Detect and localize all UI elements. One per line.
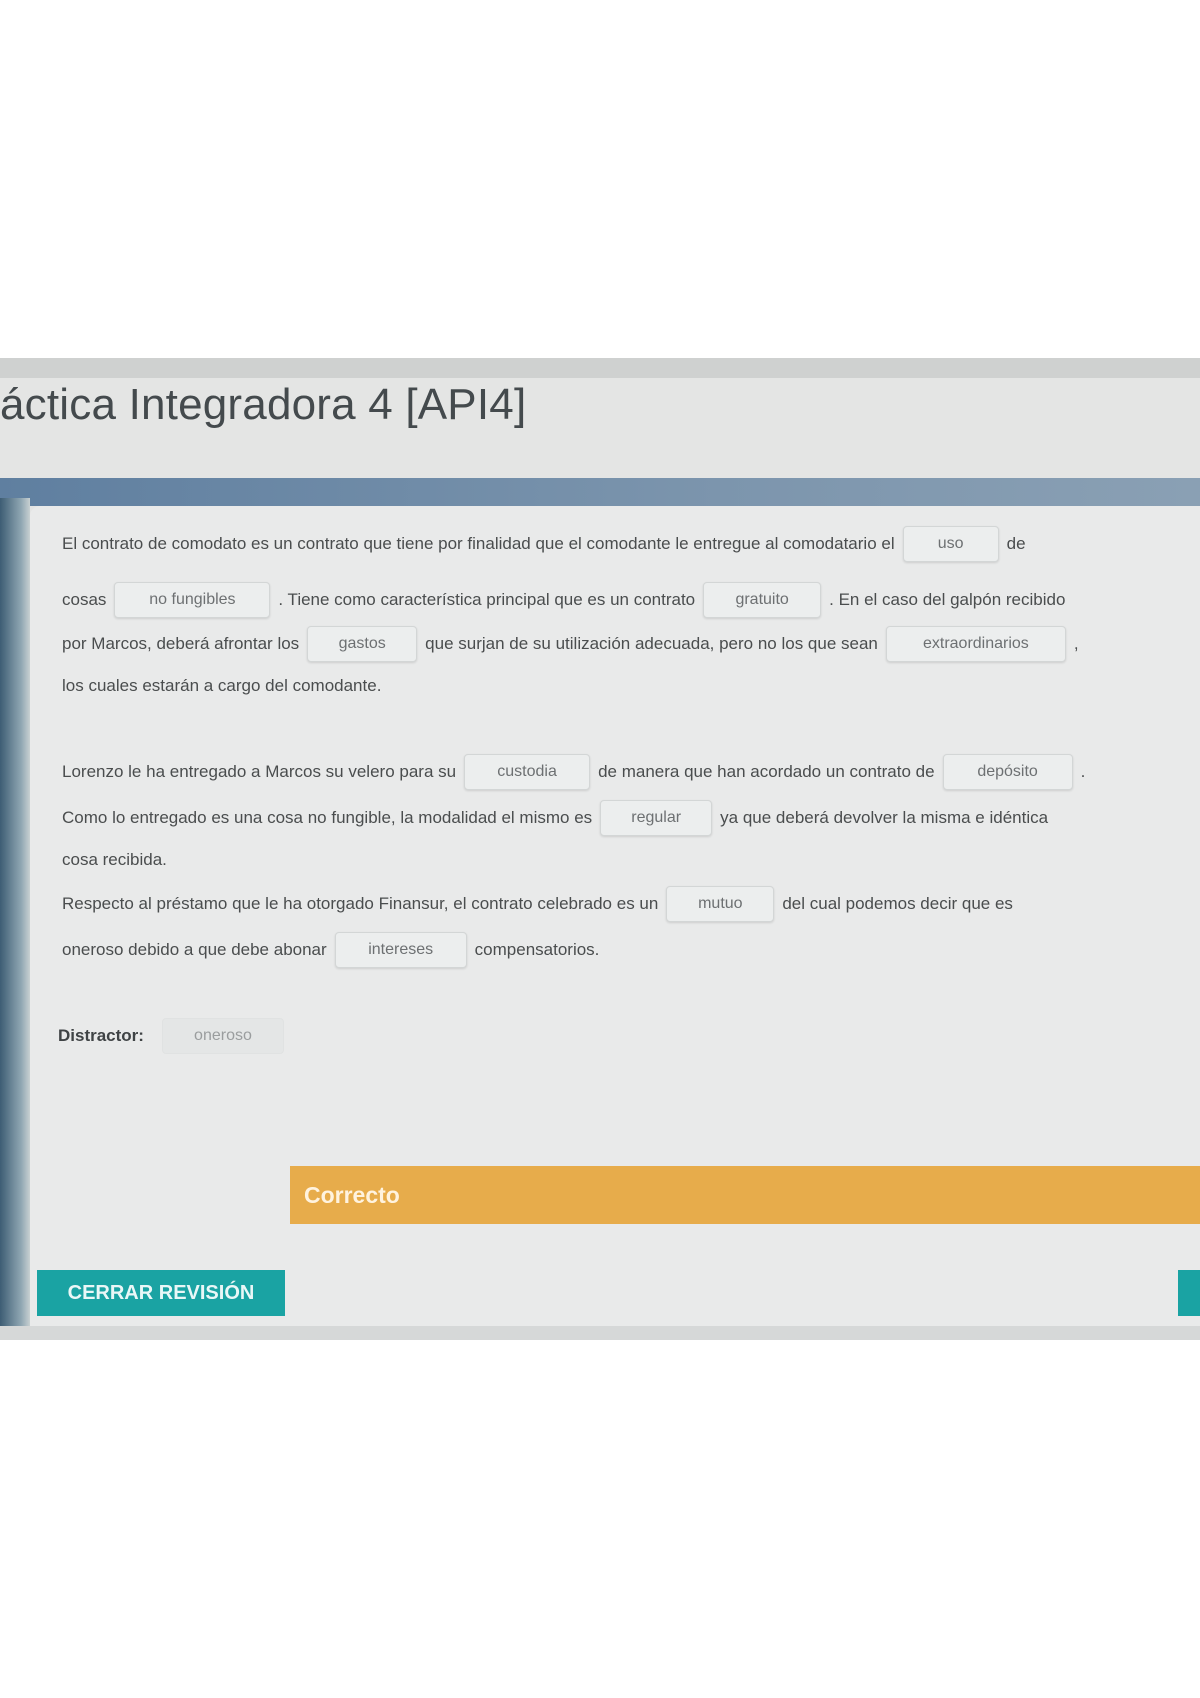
feedback-bar: Correcto	[290, 1166, 1200, 1224]
drop-blank-gastos[interactable]: gastos	[307, 626, 418, 662]
drop-blank-extraordinarios[interactable]: extraordinarios	[885, 626, 1066, 662]
close-review-button[interactable]: CERRAR REVISIÓN	[37, 1270, 285, 1316]
text-segment: del cual podemos decir que es	[782, 894, 1013, 913]
text-segment: Lorenzo le ha entregado a Marcos su vele…	[62, 762, 457, 781]
drop-blank-regular[interactable]: regular	[600, 800, 713, 836]
feedback-text: Correcto	[304, 1181, 400, 1208]
text-segment: compensatorios.	[474, 940, 600, 959]
paragraph2-line5: oneroso debido a que debe abonar interes…	[62, 932, 599, 968]
drop-blank-uso[interactable]: uso	[902, 526, 999, 562]
text-segment: los cuales estarán a cargo del comodante…	[62, 676, 382, 695]
drop-blank-no-fungibles[interactable]: no fungibles	[114, 582, 271, 618]
distractor-row: Distractor: oneroso	[58, 1018, 292, 1054]
drop-blank-gratuito[interactable]: gratuito	[703, 582, 822, 618]
screenshot-photo: áctica Integradora 4 [API4] El contrato …	[0, 358, 1200, 1340]
text-segment: Respecto al préstamo que le ha otorgado …	[62, 894, 659, 913]
drop-blank-mutuo[interactable]: mutuo	[666, 886, 775, 922]
paragraph2-line2: Como lo entregado es una cosa no fungibl…	[62, 800, 1048, 836]
page-title: áctica Integradora 4 [API4]	[0, 380, 527, 429]
text-segment: por Marcos, deberá afrontar los	[62, 634, 300, 653]
window-top-edge	[0, 358, 1200, 378]
paragraph1-line1: El contrato de comodato es un contrato q…	[62, 526, 1026, 562]
window-bottom-edge	[0, 1326, 1200, 1340]
paragraph2-line4: Respecto al préstamo que le ha otorgado …	[62, 886, 1013, 922]
header-band	[0, 478, 1200, 506]
text-segment: ya que deberá devolver la misma e idénti…	[720, 808, 1049, 827]
paragraph2-line1: Lorenzo le ha entregado a Marcos su vele…	[62, 754, 1085, 790]
paragraph2-line3: cosa recibida.	[62, 842, 167, 878]
paragraph1-line4: los cuales estarán a cargo del comodante…	[62, 668, 381, 704]
text-segment: . En el caso del galpón recibido	[829, 590, 1066, 609]
left-edge-strip	[0, 498, 30, 1340]
distractor-label: Distractor:	[58, 1026, 144, 1045]
text-segment: cosas	[62, 590, 107, 609]
text-segment: de manera que han acordado un contrato d…	[598, 762, 935, 781]
text-segment: de	[1006, 534, 1026, 553]
paragraph1-line3: por Marcos, deberá afrontar los gastos q…	[62, 626, 1079, 662]
text-segment: El contrato de comodato es un contrato q…	[62, 534, 895, 553]
drop-blank-deposito[interactable]: depósito	[942, 754, 1073, 790]
next-button-partial[interactable]	[1178, 1270, 1200, 1316]
text-segment: ,	[1073, 634, 1079, 653]
text-segment: que surjan de su utilización adecuada, p…	[425, 634, 878, 653]
drop-blank-intereses[interactable]: intereses	[334, 932, 467, 968]
paragraph1-line2: cosas no fungibles . Tiene como caracter…	[62, 582, 1065, 618]
distractor-chip[interactable]: oneroso	[161, 1018, 284, 1054]
drop-blank-custodia[interactable]: custodia	[464, 754, 591, 790]
text-segment: Como lo entregado es una cosa no fungibl…	[62, 808, 593, 827]
text-segment: . Tiene como característica principal qu…	[278, 590, 696, 609]
text-segment: .	[1080, 762, 1086, 781]
text-segment: cosa recibida.	[62, 850, 167, 869]
text-segment: oneroso debido a que debe abonar	[62, 940, 327, 959]
